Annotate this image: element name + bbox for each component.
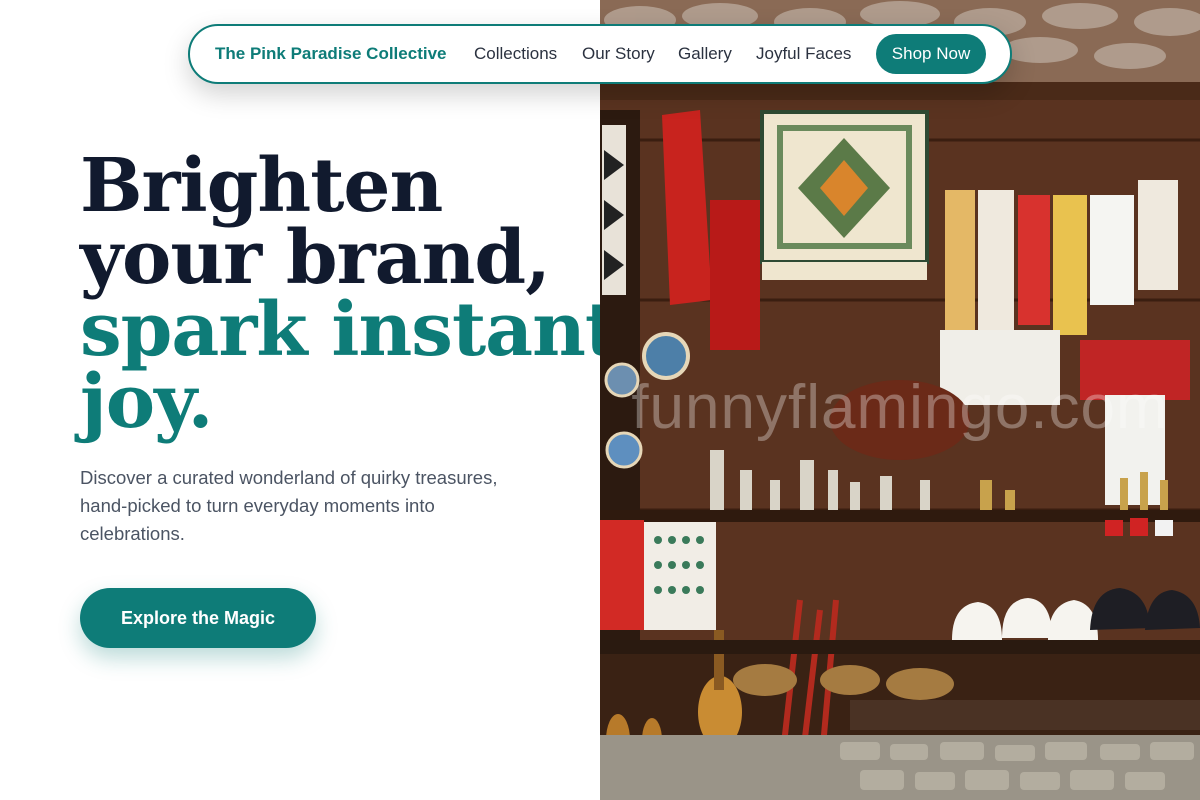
brand-logo[interactable]: The Pink Paradise Collective <box>215 44 446 64</box>
hero-section: Brighten your brand, spark instant joy. … <box>0 0 619 800</box>
landing-page: Brighten your brand, spark instant joy. … <box>0 0 1200 800</box>
hero-title-line: your brand, <box>80 215 551 301</box>
hero-title-line: Brighten <box>80 143 443 229</box>
main-navigation: The Pink Paradise Collective Collections… <box>188 24 1012 84</box>
nav-link-collections[interactable]: Collections <box>474 44 557 64</box>
hero-title: Brighten your brand, spark instant joy. <box>80 143 619 445</box>
nav-link-joyful-faces[interactable]: Joyful Faces <box>756 44 851 64</box>
shop-now-button[interactable]: Shop Now <box>876 34 986 74</box>
market-stall-image <box>600 0 1200 800</box>
hero-title-accent-line: joy. <box>80 359 213 445</box>
nav-link-gallery[interactable]: Gallery <box>678 44 732 64</box>
explore-magic-button[interactable]: Explore the Magic <box>80 588 316 648</box>
hero-subtitle: Discover a curated wonderland of quirky … <box>80 467 498 544</box>
hero-title-accent-line: spark instant <box>80 287 619 373</box>
hero-photo: funnyflamingo.com <box>600 0 1200 800</box>
nav-link-our-story[interactable]: Our Story <box>582 44 655 64</box>
